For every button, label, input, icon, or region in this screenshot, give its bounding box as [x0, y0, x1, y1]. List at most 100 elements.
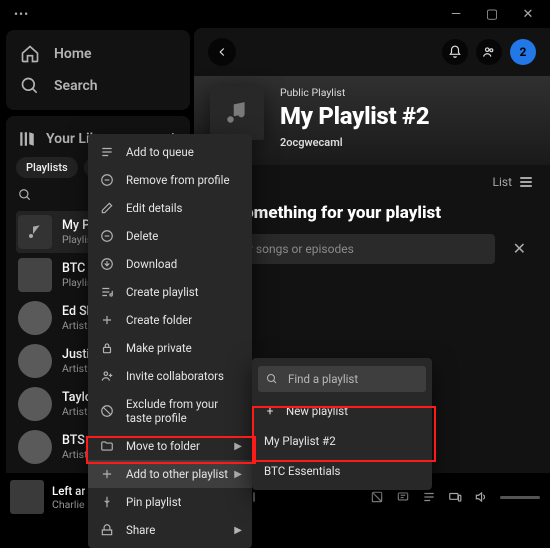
chevron-right-icon: ▶: [234, 441, 242, 452]
artwork: [18, 344, 52, 378]
menu-item-lock[interactable]: Make private: [88, 334, 252, 362]
find-close-button[interactable]: ✕: [507, 233, 532, 264]
view-label: List: [493, 175, 513, 189]
menu-label: Download: [126, 257, 177, 271]
home-icon: [20, 44, 40, 64]
plus-icon: [100, 467, 114, 481]
menu-item-delete[interactable]: Delete: [88, 222, 252, 250]
menu-item-exclude[interactable]: Exclude from your taste profile: [88, 390, 252, 432]
pin-icon: [100, 495, 114, 509]
menu-item-share[interactable]: Share ▶: [88, 516, 252, 544]
artwork: [18, 430, 52, 464]
notifications-button[interactable]: [442, 39, 468, 65]
menu-item-folder[interactable]: Move to folder ▶: [88, 432, 252, 460]
user-icon: [100, 369, 114, 383]
menu-label: Invite collaborators: [126, 369, 224, 383]
menu-item-plus[interactable]: Add to other playlist ▶: [88, 460, 252, 488]
menu-label: Create folder: [126, 313, 192, 327]
artwork: [18, 258, 52, 292]
menu-label: Make private: [126, 341, 192, 355]
view-toggle[interactable]: List: [493, 175, 533, 189]
menu-item-queue[interactable]: Add to queue: [88, 138, 252, 166]
download-icon: [100, 257, 114, 271]
playlist-icon: [100, 285, 114, 299]
lock-icon: [100, 341, 114, 355]
queue-icon: [100, 145, 114, 159]
bell-icon: [448, 45, 462, 59]
context-menu: Add to queue Remove from profile Edit deta…: [88, 134, 252, 548]
volume-slider[interactable]: [500, 496, 540, 499]
search-icon: [20, 76, 40, 96]
menu-label: Exclude from your taste profile: [126, 397, 240, 425]
remove-icon: [100, 173, 114, 187]
chevron-right-icon: ▶: [234, 469, 242, 480]
nav-search[interactable]: Search: [16, 70, 180, 102]
menu-label: Share: [126, 523, 155, 537]
lyrics-icon[interactable]: [396, 490, 410, 504]
chevron-right-icon: ▶: [234, 525, 242, 536]
users-icon: [482, 45, 496, 59]
titlebar: ••• — ▢ ✕: [0, 0, 550, 28]
submenu-new-playlist[interactable]: +New playlist: [252, 396, 432, 426]
submenu-item[interactable]: My Playlist #2: [252, 426, 432, 456]
menu-item-plus[interactable]: Create folder: [88, 306, 252, 334]
list-icon: [520, 177, 532, 187]
menu-label: Add to other playlist: [126, 467, 228, 481]
menu-label: Delete: [126, 229, 158, 243]
now-playing-view-icon[interactable]: [370, 490, 384, 504]
menu-item-download[interactable]: Download: [88, 250, 252, 278]
menu-item-playlist[interactable]: Create playlist: [88, 278, 252, 306]
music-note-icon: [224, 100, 250, 126]
now-playing-artist[interactable]: Charlie: [52, 498, 85, 511]
playlist-type: Public Playlist: [280, 86, 429, 99]
window-controls: — ▢ ✕: [438, 7, 546, 22]
avatar[interactable]: 2: [510, 39, 536, 65]
menu-label: Pin playlist: [126, 495, 181, 509]
menu-item-user[interactable]: Invite collaborators: [88, 362, 252, 390]
friends-button[interactable]: [476, 39, 502, 65]
menu-label: Add to queue: [126, 145, 194, 159]
menu-item-pin[interactable]: Pin playlist: [88, 488, 252, 516]
artwork: [18, 301, 52, 335]
item-name: BTS: [62, 433, 88, 448]
find-search-input[interactable]: ch for songs or episodes: [212, 234, 495, 264]
search-icon: [266, 373, 278, 385]
now-playing-track[interactable]: Left ar: [52, 484, 85, 498]
devices-icon[interactable]: [448, 490, 462, 504]
playlist-title: My Playlist #2: [280, 102, 429, 130]
playlist-cover[interactable]: [210, 86, 264, 140]
find-heading: nd something for your playlist: [212, 203, 532, 223]
nav-panel: Home Search: [6, 30, 190, 110]
chip-playlists[interactable]: Playlists: [16, 157, 78, 178]
artwork: [18, 387, 52, 421]
menu-label: Move to folder: [126, 439, 200, 453]
menu-item-edit[interactable]: Edit details: [88, 194, 252, 222]
now-playing-cover[interactable]: [10, 480, 44, 514]
exclude-icon: [100, 404, 114, 418]
item-sub: Artist: [62, 448, 88, 461]
submenu-search[interactable]: Find a playlist: [258, 366, 426, 392]
delete-icon: [100, 229, 114, 243]
playlist-owner[interactable]: 2ocgwecaml: [280, 136, 429, 149]
queue-icon[interactable]: [422, 490, 436, 504]
menu-item-remove[interactable]: Remove from profile: [88, 166, 252, 194]
menu-label: Create playlist: [126, 285, 199, 299]
nav-search-label: Search: [54, 78, 98, 94]
menu-label: Edit details: [126, 201, 182, 215]
library-icon: [18, 130, 36, 148]
maximize-button[interactable]: ▢: [474, 7, 510, 22]
back-button[interactable]: [208, 38, 236, 66]
chevron-left-icon: [215, 45, 229, 59]
playlist-submenu: Find a playlist +New playlist My Playlis…: [252, 358, 432, 490]
edit-icon: [100, 201, 114, 215]
plus-icon: +: [264, 404, 276, 418]
minimize-button[interactable]: —: [438, 7, 474, 22]
menu-dots[interactable]: •••: [4, 7, 29, 21]
submenu-item[interactable]: BTC Essentials: [252, 456, 432, 486]
close-button[interactable]: ✕: [510, 7, 546, 22]
volume-icon[interactable]: [474, 490, 488, 504]
menu-label: Remove from profile: [126, 173, 230, 187]
nav-home[interactable]: Home: [16, 38, 180, 70]
folder-icon: [100, 439, 114, 453]
artwork: [18, 215, 52, 249]
